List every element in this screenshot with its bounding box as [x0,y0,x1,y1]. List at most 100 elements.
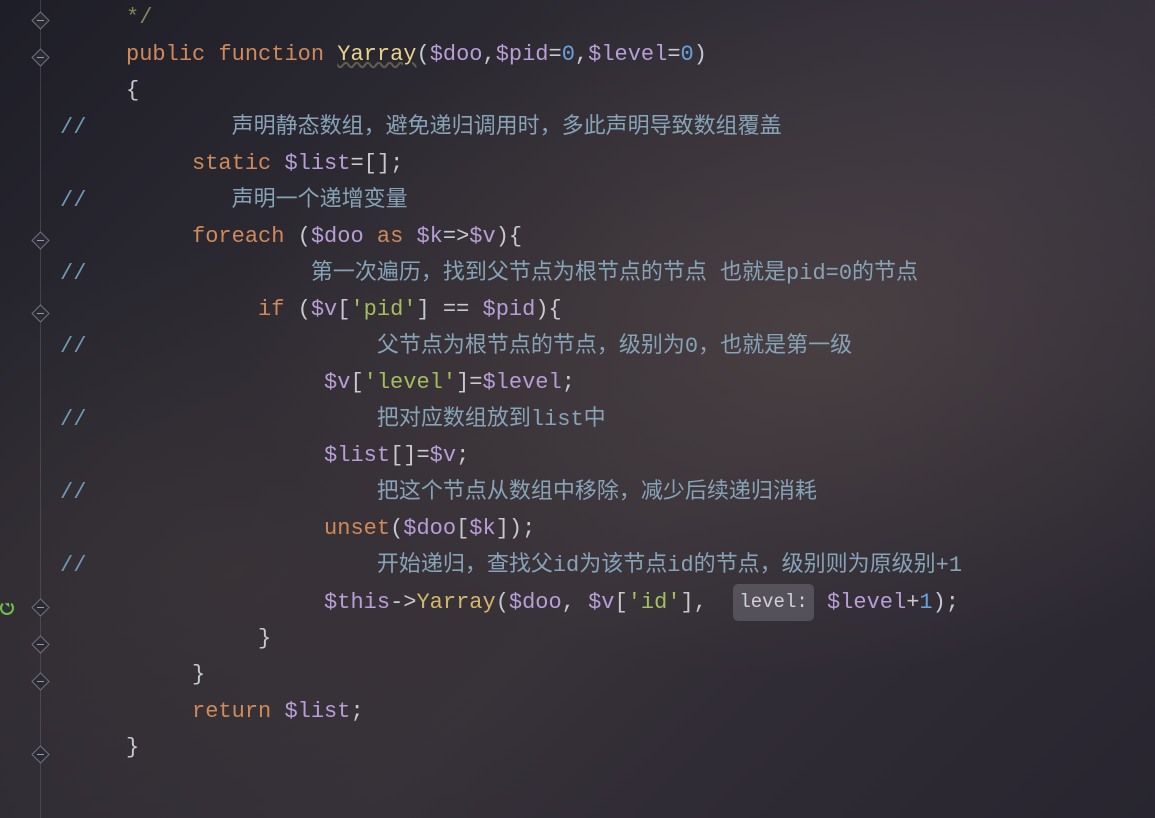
code-token: ; [562,370,575,395]
code-token: = [416,443,429,468]
code-token: $level [588,42,667,67]
code-token: ) [933,590,946,615]
code-token: = [549,42,562,67]
code-token: $doo [403,516,456,541]
restart-icon[interactable] [0,601,14,615]
code-token: ) [535,297,548,322]
code-token: $pid [496,42,549,67]
fold-toggle-icon[interactable] [31,11,49,29]
code-token [814,590,827,615]
code-line[interactable]: static $list=[]; [60,146,962,183]
code-line[interactable]: foreach ($doo as $k=>$v){ [60,219,962,256]
code-token: = [469,370,482,395]
fold-toggle-icon[interactable] [31,48,49,66]
code-line[interactable]: public function Yarray($doo,$pid=0,$leve… [60,37,962,74]
code-token: { [509,224,522,249]
code-line[interactable]: $list[]=$v; [60,438,962,475]
code-token: ; [946,590,959,615]
code-line[interactable]: } [60,621,962,658]
code-token: [ [456,516,469,541]
code-token: , [562,590,588,615]
code-token: } [126,735,139,760]
comment-slash: // [60,480,86,505]
code-line[interactable]: } [60,730,962,767]
code-token: $v [430,443,456,468]
comment-slash: // [60,334,86,359]
code-line[interactable]: $this->Yarray($doo, $v['id'], level: $le… [60,584,962,621]
code-line[interactable]: if ($v['pid'] == $pid){ [60,292,962,329]
code-token: 1 [919,590,932,615]
editor-gutter [0,0,55,818]
code-token: 0 [681,42,694,67]
code-token: $k [469,516,495,541]
code-token: [] [390,443,416,468]
fold-toggle-icon[interactable] [31,304,49,322]
code-token: function [218,42,337,67]
code-token: ] [456,370,469,395]
code-token: static [192,151,284,176]
code-token: + [906,590,919,615]
code-token: 声明静态数组，避免递归调用时，多此声明导致数组覆盖 [232,115,782,140]
code-line[interactable]: // 声明一个递增变量 [60,183,962,220]
fold-toggle-icon[interactable] [31,745,49,763]
code-token: } [192,662,205,687]
code-token: [ [350,370,363,395]
code-token: ( [390,516,403,541]
code-token: if [258,297,298,322]
code-editor-content[interactable]: */ public function Yarray($doo,$pid=0,$l… [60,0,962,767]
code-line[interactable]: return $list; [60,694,962,731]
code-line[interactable]: } [60,657,962,694]
code-line[interactable]: // 把对应数组放到list中 [60,402,962,439]
comment-slash: // [60,115,86,140]
code-token: == [430,297,483,322]
code-token: 第一次遍历，找到父节点为根节点的节点 也就是pid=0的节点 [311,261,918,286]
code-token: { [549,297,562,322]
code-token: ] [681,590,694,615]
code-token: Yarray [416,590,495,615]
fold-toggle-icon[interactable] [31,635,49,653]
fold-toggle-icon[interactable] [31,598,49,616]
code-token: $doo [311,224,364,249]
fold-toggle-icon[interactable] [31,231,49,249]
code-token: } [258,626,271,651]
code-token: = [350,151,363,176]
code-token: , [483,42,496,67]
code-token: -> [390,590,416,615]
code-line[interactable]: // 父节点为根节点的节点，级别为0，也就是第一级 [60,329,962,366]
code-token: { [126,78,139,103]
comment-slash: // [60,407,86,432]
code-token: $doo [430,42,483,67]
code-line[interactable]: // 声明静态数组，避免递归调用时，多此声明导致数组覆盖 [60,110,962,147]
code-line[interactable]: $v['level']=$level; [60,365,962,402]
code-token: [ [337,297,350,322]
code-token: $list [324,443,390,468]
code-line[interactable]: // 第一次遍历，找到父节点为根节点的节点 也就是pid=0的节点 [60,256,962,293]
code-token: $this [324,590,390,615]
code-token: ( [496,590,509,615]
code-line[interactable]: { [60,73,962,110]
code-token: ; [456,443,469,468]
fold-toggle-icon[interactable] [31,672,49,690]
code-line[interactable]: */ [60,0,962,37]
code-token: [ [615,590,628,615]
code-token: 父节点为根节点的节点，级别为0，也就是第一级 [377,334,852,359]
code-token: */ [126,5,152,30]
code-token: ) [509,516,522,541]
code-token: ] [416,297,429,322]
code-line[interactable]: // 把这个节点从数组中移除，减少后续递归消耗 [60,475,962,512]
parameter-hint: level: [733,584,813,621]
code-token: $v [469,224,495,249]
code-token: ( [298,297,311,322]
code-token: foreach [192,224,298,249]
code-token: as [364,224,417,249]
code-line[interactable]: unset($doo[$k]); [60,511,962,548]
code-token: ) [496,224,509,249]
code-token: $v [311,297,337,322]
code-token: , [575,42,588,67]
code-token: 开始递归，查找父id为该节点id的节点，级别则为原级别+1 [377,553,962,578]
code-line[interactable]: // 开始递归，查找父id为该节点id的节点，级别则为原级别+1 [60,548,962,585]
code-token: [] [364,151,390,176]
code-token: ; [522,516,535,541]
comment-slash: // [60,553,86,578]
code-token: ] [496,516,509,541]
